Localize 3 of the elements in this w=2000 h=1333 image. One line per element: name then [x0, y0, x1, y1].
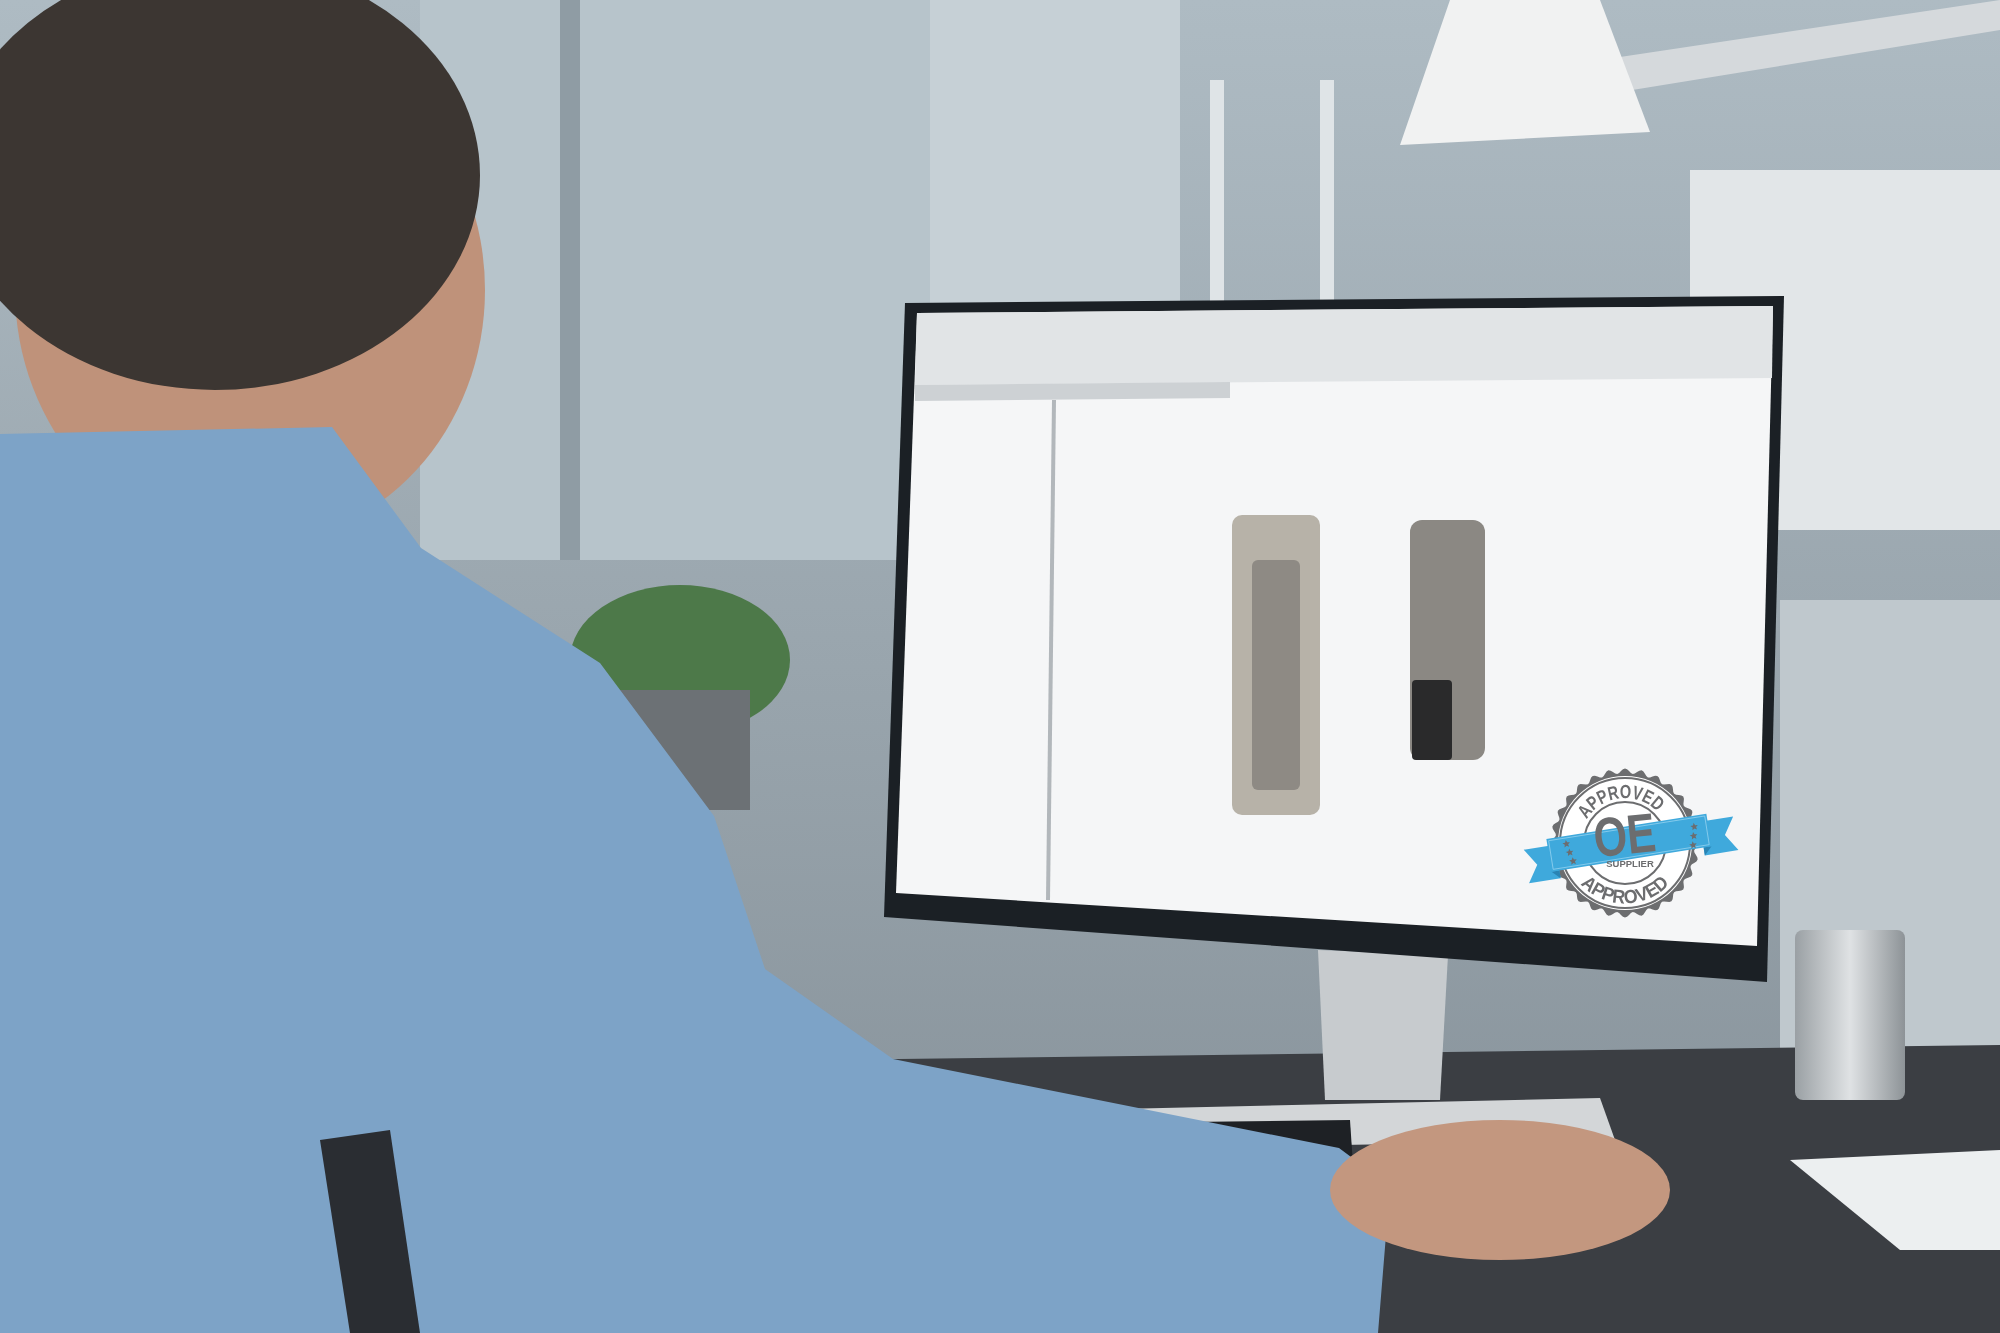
star-icon [1565, 848, 1574, 857]
approved-arc-text: APPROVED [1577, 870, 1674, 908]
supplier-label: SUPPLIER [1606, 857, 1654, 869]
